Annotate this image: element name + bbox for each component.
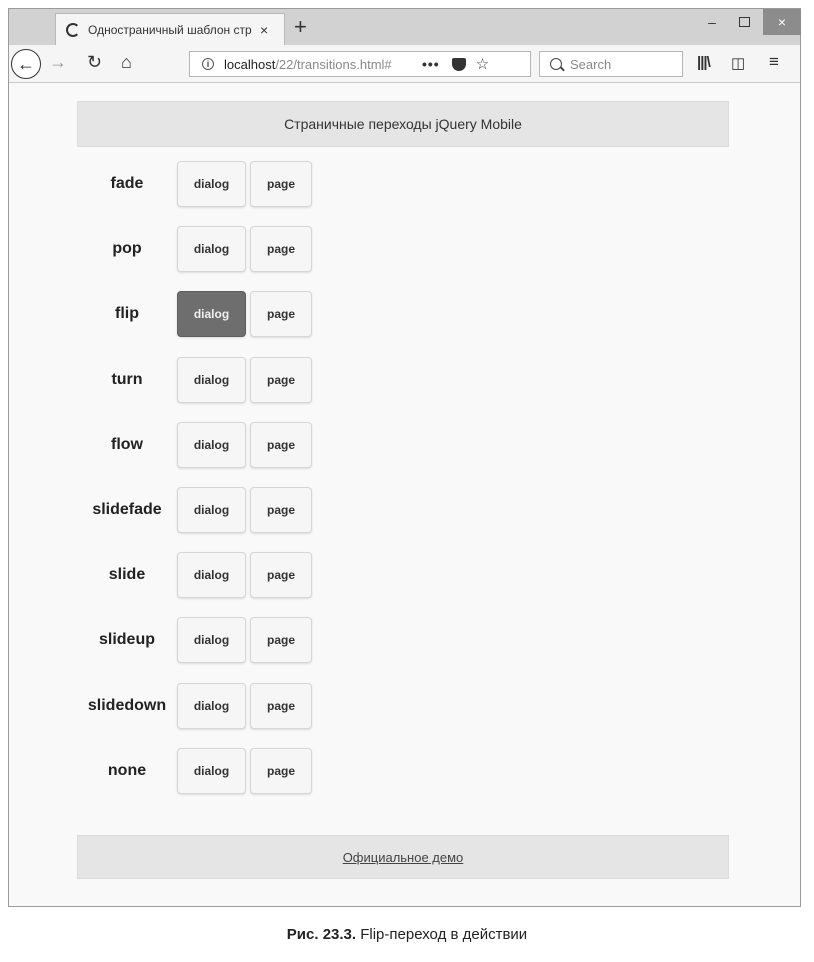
page-button[interactable]: page: [250, 422, 312, 468]
dialog-button[interactable]: dialog: [177, 161, 246, 207]
transition-label: flip: [115, 305, 139, 322]
pocket-icon[interactable]: [451, 57, 466, 71]
transition-label: turn: [111, 371, 143, 388]
tab-close-icon[interactable]: ×: [260, 22, 268, 38]
transition-row: flip dialog page: [77, 291, 377, 337]
tab-title: Одностраничный шаблон стр: [88, 22, 252, 37]
transition-row: slideup dialog page: [77, 617, 377, 663]
maximize-icon: [738, 17, 750, 27]
dialog-button[interactable]: dialog: [177, 422, 246, 468]
page-title: Страничные переходы jQuery Mobile: [284, 116, 522, 132]
info-icon[interactable]: i: [202, 58, 214, 70]
caption-text: Flip-переход в действии: [360, 926, 528, 943]
back-button[interactable]: ←: [11, 49, 41, 79]
transition-label: slidefade: [92, 501, 162, 518]
close-window-button[interactable]: ×: [763, 9, 801, 35]
url-host: localhost: [224, 56, 276, 72]
figure-number: Рис. 23.3.: [286, 926, 357, 943]
dialog-button[interactable]: dialog: [177, 748, 246, 794]
transition-row: slidedown dialog page: [77, 683, 377, 729]
library-icon[interactable]: |||\: [697, 54, 711, 71]
loading-icon: [66, 22, 80, 37]
transition-label: slideup: [98, 631, 155, 648]
official-demo-link[interactable]: Официальное демо: [343, 850, 464, 865]
transition-label: pop: [112, 240, 142, 257]
search-input[interactable]: Search: [539, 51, 683, 77]
page-actions-icon[interactable]: •••: [422, 56, 440, 72]
transition-label: none: [107, 762, 147, 779]
url-path: /22/transitions.html#: [275, 56, 392, 72]
page-footer: Официальное демо: [77, 835, 729, 879]
page-button[interactable]: page: [250, 357, 312, 403]
address-bar[interactable]: i localhost/22/transitions.html# ••• ☆: [189, 51, 531, 77]
browser-window: Одностраничный шаблон стр × + – × ← → ↻ …: [8, 8, 801, 907]
page-button[interactable]: page: [250, 291, 312, 337]
maximize-button[interactable]: [729, 9, 759, 35]
transition-label: flow: [111, 436, 143, 453]
dialog-button[interactable]: dialog: [177, 683, 246, 729]
transition-label: slidedown: [87, 697, 167, 714]
transition-row: pop dialog page: [77, 226, 377, 272]
transition-row: none dialog page: [77, 748, 377, 794]
url-text: localhost/22/transitions.html#: [224, 57, 404, 72]
page-button[interactable]: page: [250, 617, 312, 663]
menu-icon[interactable]: ≡: [769, 52, 779, 72]
page-header: Страничные переходы jQuery Mobile: [77, 101, 729, 147]
search-icon: [550, 58, 562, 70]
transition-row: turn dialog page: [77, 357, 377, 403]
minimize-button[interactable]: –: [697, 9, 727, 35]
page-button[interactable]: page: [250, 161, 312, 207]
page-button[interactable]: page: [250, 748, 312, 794]
reload-icon[interactable]: ↻: [87, 52, 102, 73]
navigation-bar: ← → ↻ ⌂ i localhost/22/transitions.html#…: [9, 45, 800, 83]
dialog-button[interactable]: dialog: [177, 487, 246, 533]
page-button[interactable]: page: [250, 552, 312, 598]
new-tab-button[interactable]: +: [294, 15, 307, 39]
home-icon[interactable]: ⌂: [121, 52, 132, 73]
transition-label: fade: [110, 175, 144, 192]
sidebar-icon[interactable]: ◫: [731, 54, 745, 72]
figure-caption: Рис. 23.3. Flip-переход в действии: [0, 926, 814, 943]
dialog-button[interactable]: dialog: [177, 357, 246, 403]
transition-row: slide dialog page: [77, 552, 377, 598]
browser-tab[interactable]: Одностраничный шаблон стр ×: [55, 13, 285, 45]
dialog-button[interactable]: dialog: [177, 552, 246, 598]
dialog-button[interactable]: dialog: [177, 617, 246, 663]
page-button[interactable]: page: [250, 683, 312, 729]
search-placeholder: Search: [570, 56, 612, 72]
page-button[interactable]: page: [250, 487, 312, 533]
page-button[interactable]: page: [250, 226, 312, 272]
transition-row: fade dialog page: [77, 161, 377, 207]
dialog-button[interactable]: dialog: [177, 226, 246, 272]
dialog-button[interactable]: dialog: [177, 291, 246, 337]
tab-strip: Одностраничный шаблон стр × + – ×: [9, 9, 801, 45]
transition-label: slide: [108, 566, 146, 583]
forward-icon[interactable]: →: [49, 52, 67, 73]
transition-row: flow dialog page: [77, 422, 377, 468]
bookmark-star-icon[interactable]: ☆: [476, 55, 489, 73]
transition-row: slidefade dialog page: [77, 487, 377, 533]
